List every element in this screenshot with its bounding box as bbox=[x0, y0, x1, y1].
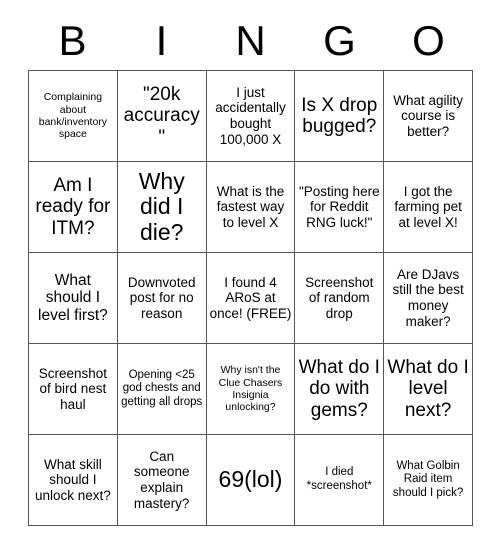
bingo-cell-label: Can someone explain mastery? bbox=[133, 448, 190, 511]
bingo-cell[interactable]: What should I level first? bbox=[29, 253, 118, 344]
bingo-cell-label: What Golbin Raid item should I pick? bbox=[392, 459, 464, 499]
bingo-card: B I N G O Complaining about bank/invento… bbox=[0, 0, 500, 544]
bingo-cell[interactable]: Am I ready for ITM? bbox=[29, 162, 118, 253]
bingo-cell-label: Screenshot of bird nest haul bbox=[38, 365, 108, 412]
bingo-cell-label: What skill should I unlock next? bbox=[34, 456, 111, 503]
bingo-cell[interactable]: I found 4 ARoS at once! (FREE) bbox=[206, 253, 296, 344]
bingo-cell-label: I just accidentally bought 100,000 X bbox=[215, 84, 286, 147]
bingo-cell-label: I got the farming pet at level X! bbox=[394, 183, 462, 230]
bingo-header: B I N G O bbox=[28, 12, 473, 70]
bingo-cell-label: Downvoted post for no reason bbox=[127, 274, 196, 321]
bingo-cell[interactable]: 69(lol) bbox=[206, 435, 296, 526]
bingo-cell[interactable]: Opening <25 god chests and getting all d… bbox=[117, 344, 207, 435]
bingo-cell[interactable]: What do I do with gems? bbox=[295, 344, 385, 435]
bingo-cell-label: Opening <25 god chests and getting all d… bbox=[121, 368, 203, 408]
bingo-cell[interactable]: Are DJavs still the best money maker? bbox=[384, 253, 473, 344]
bingo-cell-label: Are DJavs still the best money maker? bbox=[392, 266, 464, 329]
bingo-cell[interactable]: What Golbin Raid item should I pick? bbox=[384, 435, 473, 526]
bingo-cell-label: Am I ready for ITM? bbox=[35, 175, 111, 239]
bingo-cell-label: I died *screenshot* bbox=[306, 466, 372, 492]
header-letter-n: N bbox=[235, 17, 266, 64]
bingo-cell-label: Is X drop bugged? bbox=[301, 94, 378, 137]
bingo-cell[interactable]: I just accidentally bought 100,000 X bbox=[206, 71, 296, 162]
bingo-cell[interactable]: "20k accuracy" bbox=[117, 71, 207, 162]
bingo-cell[interactable]: I got the farming pet at level X! bbox=[384, 162, 473, 253]
bingo-cell[interactable]: Complaining about bank/inventory space bbox=[29, 71, 118, 162]
bingo-cell-label: Why did I die? bbox=[138, 168, 185, 245]
bingo-cell[interactable]: What skill should I unlock next? bbox=[29, 435, 118, 526]
bingo-grid: Complaining about bank/inventory space "… bbox=[28, 70, 473, 526]
bingo-cell-label: Complaining about bank/inventory space bbox=[38, 91, 108, 141]
bingo-cell[interactable]: Why isn't the Clue Chasers Insignia unlo… bbox=[206, 344, 296, 435]
bingo-cell-label: What should I level first? bbox=[38, 271, 108, 324]
bingo-cell[interactable]: Screenshot of bird nest haul bbox=[29, 344, 118, 435]
bingo-cell[interactable]: Screenshot of random drop bbox=[295, 253, 385, 344]
bingo-cell-label: What do I level next? bbox=[387, 357, 469, 421]
bingo-cell[interactable]: I died *screenshot* bbox=[295, 435, 385, 526]
bingo-cell-label: What is the fastest way to level X bbox=[216, 183, 285, 230]
bingo-cell[interactable]: What agility course is better? bbox=[384, 71, 473, 162]
bingo-cell[interactable]: What do I level next? bbox=[384, 344, 473, 435]
header-letter-g: G bbox=[323, 17, 356, 64]
bingo-cell[interactable]: Downvoted post for no reason bbox=[117, 253, 207, 344]
header-letter-o: O bbox=[412, 17, 445, 64]
bingo-cell-label: What agility course is better? bbox=[393, 92, 463, 139]
bingo-cell-label: I found 4 ARoS at once! (FREE) bbox=[209, 274, 292, 321]
bingo-cell[interactable]: "Posting here for Reddit RNG luck!" bbox=[295, 162, 385, 253]
bingo-cell-label: "20k accuracy" bbox=[123, 84, 200, 148]
bingo-cell-label: Why isn't the Clue Chasers Insignia unlo… bbox=[218, 364, 283, 414]
bingo-cell[interactable]: Can someone explain mastery? bbox=[117, 435, 207, 526]
bingo-cell[interactable]: Is X drop bugged? bbox=[295, 71, 385, 162]
bingo-cell-label: "Posting here for Reddit RNG luck!" bbox=[298, 183, 380, 230]
header-letter-i: I bbox=[155, 17, 168, 64]
bingo-cell-label: Screenshot of random drop bbox=[305, 274, 374, 321]
bingo-cell-label: 69(lol) bbox=[218, 466, 283, 493]
bingo-cell[interactable]: What is the fastest way to level X bbox=[206, 162, 296, 253]
bingo-cell-label: What do I do with gems? bbox=[298, 357, 380, 421]
bingo-cell[interactable]: Why did I die? bbox=[117, 162, 207, 253]
header-letter-b: B bbox=[58, 17, 87, 64]
